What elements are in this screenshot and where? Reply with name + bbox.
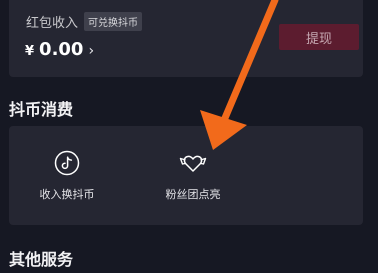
chevron-right-icon: › <box>88 43 95 59</box>
feature-label: 粉丝团点亮 <box>165 188 221 201</box>
income-amount[interactable]: ¥ 0.00 › <box>25 39 94 60</box>
income-label-row: 红包收入 可兑换抖币 <box>26 12 143 31</box>
amount-value: 0.00 <box>39 39 84 60</box>
tiktok-icon <box>22 150 112 176</box>
currency-symbol: ¥ <box>25 44 35 59</box>
feature-label: 收入换抖币 <box>39 188 95 201</box>
heart-fan-icon <box>148 150 238 176</box>
income-label: 红包收入 <box>26 16 79 31</box>
feature-fan-club[interactable]: 粉丝团点亮 <box>148 150 238 202</box>
exchange-tag: 可兑换抖币 <box>84 12 143 31</box>
withdraw-button[interactable]: 提现 <box>279 24 359 50</box>
section-title-other-services: 其他服务 <box>9 250 74 269</box>
income-card: 红包收入 可兑换抖币 ¥ 0.00 › 提现 <box>9 0 363 77</box>
section-title-coin-consume: 抖币消费 <box>9 100 74 119</box>
feature-exchange-coins[interactable]: 收入换抖币 <box>22 150 112 202</box>
